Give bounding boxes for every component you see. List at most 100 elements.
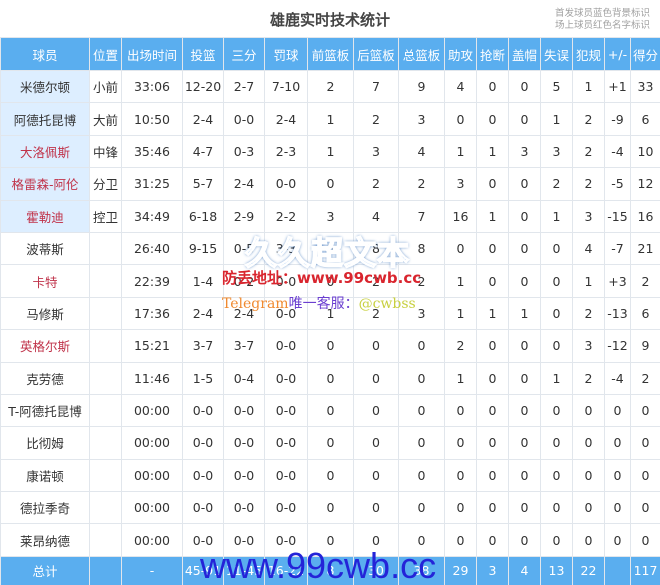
stat-cell: 0	[398, 426, 445, 460]
stat-cell: 0-0	[264, 329, 308, 363]
legend-note: 首发球员蓝色背景标识 场上球员红色名字标识	[555, 8, 650, 32]
player-name[interactable]: 格雷森-阿伦	[0, 167, 90, 201]
column-header[interactable]: 球员	[0, 37, 90, 71]
column-header[interactable]: 总篮板	[398, 37, 445, 71]
stat-cell: 0	[476, 329, 509, 363]
stat-cell: 16	[630, 199, 660, 233]
player-name[interactable]: T-阿德托昆博	[0, 393, 90, 428]
watermark-telegram: Telegram唯一客服：@cwbss	[222, 293, 416, 313]
stat-cell: 0	[353, 458, 399, 493]
stat-cell: 0	[307, 361, 354, 395]
stat-cell: 0	[572, 426, 605, 460]
stat-cell: 0	[604, 393, 631, 428]
column-header[interactable]: 得分	[630, 37, 660, 71]
stat-cell: 3	[353, 134, 399, 169]
stat-cell: 0	[630, 393, 660, 428]
box-score-panel: 雄鹿实时技术统计 首发球员蓝色背景标识 场上球员红色名字标识 球员 位置 出场时间投…	[0, 0, 660, 585]
stat-cell: 0-0	[223, 491, 265, 525]
stat-cell: 小前	[89, 69, 122, 104]
player-name[interactable]: 克劳德	[0, 361, 90, 395]
stat-cell: 2	[444, 329, 477, 363]
stat-cell: 0	[508, 167, 541, 201]
stat-cell: 26:40	[121, 231, 183, 266]
stat-cell: 0-0	[264, 167, 308, 201]
stat-cell: 2-4	[223, 167, 265, 201]
column-header[interactable]: 助攻	[444, 37, 477, 71]
player-name[interactable]: 卡特	[0, 264, 90, 298]
stat-cell: 21	[630, 231, 660, 266]
stat-cell: 控卫	[89, 199, 122, 233]
totals-cell: 3	[476, 555, 509, 585]
player-name[interactable]: 大洛佩斯	[0, 134, 90, 169]
player-name[interactable]: 马修斯	[0, 296, 90, 331]
stat-cell: 0	[508, 199, 541, 233]
table-row: 米德尔顿 小前 33:06 12-20 2-7 7-10 2 7 9 4 0 0 5 1 +1 33	[0, 69, 660, 104]
column-header[interactable]: 后篮板	[353, 37, 399, 71]
column-header[interactable]: +/-	[604, 37, 631, 71]
stat-cell: 0	[398, 329, 445, 363]
stat-cell: 5-7	[182, 167, 224, 201]
column-header[interactable]: 出场时间	[121, 37, 183, 71]
table-row: 比彻姆 00:00 0-0 0-0 0-0 0 0 0 0 0 0 0 0 0 0	[0, 426, 660, 460]
player-name[interactable]: 莱昂纳德	[0, 523, 90, 557]
column-header[interactable]: 投篮	[182, 37, 224, 71]
stat-cell: 2	[572, 361, 605, 395]
stat-cell: 4-7	[182, 134, 224, 169]
column-header[interactable]: 盖帽	[508, 37, 541, 71]
stat-cell: 0	[307, 491, 354, 525]
player-name[interactable]: 阿德托昆博	[0, 102, 90, 136]
stat-cell: 2	[398, 167, 445, 201]
player-name[interactable]: 英格尔斯	[0, 329, 90, 363]
stat-cell: 33	[630, 69, 660, 104]
player-name[interactable]: 康诺顿	[0, 458, 90, 493]
player-name[interactable]: 霍勒迪	[0, 199, 90, 233]
player-name[interactable]: 比彻姆	[0, 426, 90, 460]
column-header[interactable]: 抢断	[476, 37, 509, 71]
column-header[interactable]: 三分	[223, 37, 265, 71]
stat-cell: 0-0	[264, 361, 308, 395]
stat-cell: 12-20	[182, 69, 224, 104]
stat-cell: 2	[572, 296, 605, 331]
stat-cell: 0-0	[264, 393, 308, 428]
watermark-address: 防丢地址：www.99cwb.cc	[222, 269, 422, 287]
stat-cell	[89, 264, 122, 298]
stat-cell: 0	[540, 458, 573, 493]
stat-cell: 0-4	[223, 361, 265, 395]
stat-cell: 2-4	[182, 102, 224, 136]
column-header[interactable]: 犯规	[572, 37, 605, 71]
stat-cell: 0-0	[264, 426, 308, 460]
totals-cell: 117	[630, 555, 660, 585]
stat-cell: 1	[476, 296, 509, 331]
stat-cell: 5	[540, 69, 573, 104]
stat-cell: 9	[398, 69, 445, 104]
stat-cell: 6-18	[182, 199, 224, 233]
stat-cell: 0-0	[223, 458, 265, 493]
stat-cell: 0	[540, 426, 573, 460]
stat-cell: 2	[572, 167, 605, 201]
player-name[interactable]: 德拉季奇	[0, 491, 90, 525]
player-name[interactable]: 波蒂斯	[0, 231, 90, 266]
column-header[interactable]: 罚球	[264, 37, 308, 71]
stat-cell: 0	[444, 458, 477, 493]
stat-cell: 0	[398, 393, 445, 428]
stat-cell: 0-0	[182, 393, 224, 428]
stat-cell: 0	[540, 264, 573, 298]
player-name[interactable]: 米德尔顿	[0, 69, 90, 104]
stat-cell: 0	[508, 329, 541, 363]
stat-cell: 0	[307, 426, 354, 460]
stat-cell: 3	[444, 167, 477, 201]
stat-cell: 1	[307, 134, 354, 169]
stat-cell: 00:00	[121, 426, 183, 460]
column-header[interactable]: 位置	[89, 37, 122, 71]
stat-cell: 0	[353, 361, 399, 395]
stat-cell: 0	[572, 523, 605, 557]
column-header[interactable]: 失误	[540, 37, 573, 71]
column-header[interactable]: 前篮板	[307, 37, 354, 71]
stat-cell: 2	[572, 102, 605, 136]
stat-cell	[89, 393, 122, 428]
stat-cell: 12	[630, 167, 660, 201]
stat-cell: 0	[476, 523, 509, 557]
header-row: 球员 位置 出场时间 投篮 三分 罚球 前篮板 后篮板 总篮板 助攻 抢断 盖帽 失误 犯规 +/- 得分	[0, 37, 660, 71]
stat-cell: 00:00	[121, 393, 183, 428]
stat-cell: 22:39	[121, 264, 183, 298]
